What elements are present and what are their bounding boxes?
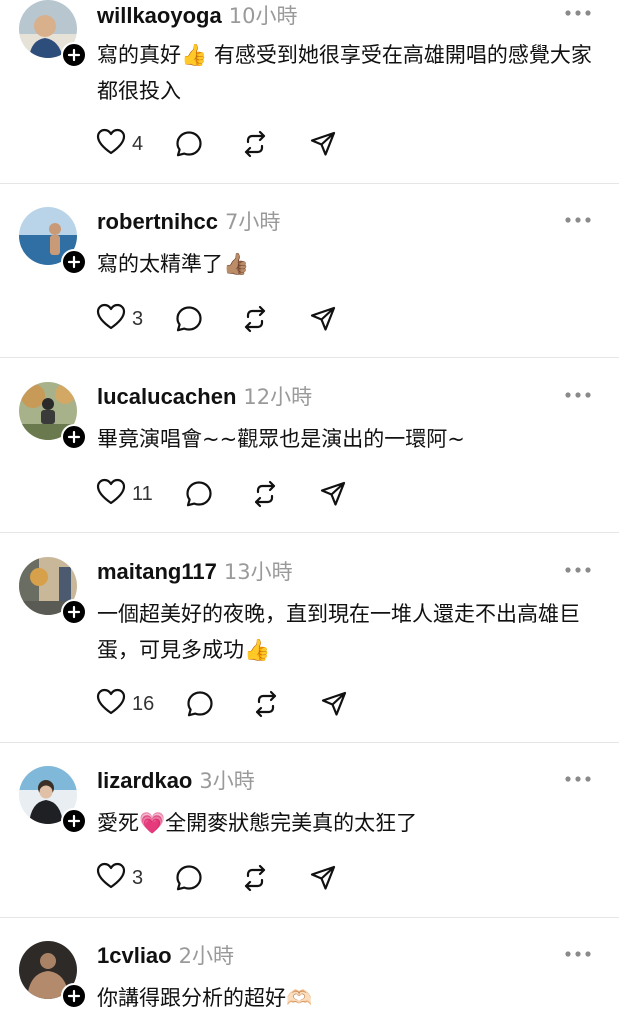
comment-header: lizardkao 3小時 [97,765,255,797]
heart-icon [96,478,126,510]
comment-item: robertnihcc 7小時 寫的太精準了👍🏽 3 [0,184,619,358]
comment-text: 畢竟演唱會~~觀眾也是演出的一環阿~ [97,427,465,451]
repost-icon[interactable] [252,690,280,718]
like-count: 11 [132,482,153,505]
comment-item: willkaoyoga 10小時 寫的真好👍 有感受到她很享受在高雄開唱的感覺大… [0,0,619,184]
like-button[interactable]: 11 [96,478,153,510]
follow-plus-icon[interactable] [61,808,87,834]
reply-bubble-icon[interactable] [186,690,214,718]
repost-icon[interactable] [241,305,269,333]
follow-plus-icon[interactable] [61,599,87,625]
reply-bubble-icon[interactable] [185,480,213,508]
timestamp: 12小時 [243,385,313,409]
action-bar: 3 [96,303,337,335]
share-send-icon[interactable] [320,690,348,718]
repost-icon[interactable] [241,130,269,158]
timestamp: 3小時 [199,769,255,793]
username[interactable]: lucalucachen [97,384,236,410]
comment-item: maitang117 13小時 一個超美好的夜晚，直到現在一堆人還走不出高雄巨蛋… [0,533,619,743]
timestamp: 13小時 [223,560,293,584]
like-button[interactable]: 4 [96,128,143,160]
timestamp: 2小時 [178,944,234,968]
avatar-container[interactable] [19,941,87,1009]
comment-text: 你講得跟分析的超好🫶🏻 [97,986,313,1010]
follow-plus-icon[interactable] [61,424,87,450]
username[interactable]: maitang117 [97,559,217,585]
heart-icon [96,128,126,160]
avatar-container[interactable] [19,766,87,834]
more-dots-icon[interactable] [563,210,593,230]
timestamp: 7小時 [225,210,281,234]
more-dots-icon[interactable] [563,385,593,405]
more-dots-icon[interactable] [563,769,593,789]
avatar-container[interactable] [19,382,87,450]
comment-text: 一個超美好的夜晚，直到現在一堆人還走不出高雄巨蛋，可見多成功👍 [97,602,580,662]
comment-header: lucalucachen 12小時 [97,381,312,413]
repost-icon[interactable] [251,480,279,508]
more-dots-icon[interactable] [563,3,593,23]
like-button[interactable]: 16 [96,688,154,720]
like-count: 3 [132,866,144,889]
comment-item: lizardkao 3小時 愛死💗全開麥狀態完美真的太狂了 3 [0,743,619,918]
heart-icon [96,303,126,335]
comment-text: 寫的真好👍 有感受到她很享受在高雄開唱的感覺大家都很投入 [97,43,592,103]
heart-icon [96,688,126,720]
share-send-icon[interactable] [309,305,337,333]
comment-item: lucalucachen 12小時 畢竟演唱會~~觀眾也是演出的一環阿~ 11 [0,358,619,533]
username[interactable]: robertnihcc [97,209,218,235]
avatar-container[interactable] [19,557,87,625]
comment-header: 1cvliao 2小時 [97,940,234,972]
comment-header: maitang117 13小時 [97,556,293,588]
like-button[interactable]: 3 [96,303,143,335]
comment-feed: willkaoyoga 10小時 寫的真好👍 有感受到她很享受在高雄開唱的感覺大… [0,0,619,1024]
avatar-container[interactable] [19,0,87,68]
comment-item: 1cvliao 2小時 你講得跟分析的超好🫶🏻 [0,918,619,1024]
follow-plus-icon[interactable] [61,249,87,275]
reply-bubble-icon[interactable] [175,130,203,158]
reply-bubble-icon[interactable] [175,864,203,892]
like-count: 3 [132,307,144,330]
more-dots-icon[interactable] [563,560,593,580]
share-send-icon[interactable] [309,130,337,158]
share-send-icon[interactable] [309,864,337,892]
username[interactable]: willkaoyoga [97,3,222,29]
follow-plus-icon[interactable] [61,983,87,1009]
like-button[interactable]: 3 [96,862,143,894]
action-bar: 16 [96,688,348,720]
timestamp: 10小時 [228,4,298,28]
action-bar: 3 [96,862,337,894]
reply-bubble-icon[interactable] [175,305,203,333]
follow-plus-icon[interactable] [61,42,87,68]
heart-icon [96,862,126,894]
action-bar: 11 [96,478,347,510]
username[interactable]: lizardkao [97,768,192,794]
share-send-icon[interactable] [319,480,347,508]
like-count: 4 [132,132,144,155]
like-count: 16 [132,692,155,715]
username[interactable]: 1cvliao [97,943,172,969]
comment-text: 愛死💗全開麥狀態完美真的太狂了 [97,811,418,835]
comment-header: willkaoyoga 10小時 [97,0,297,32]
more-dots-icon[interactable] [563,944,593,964]
repost-icon[interactable] [241,864,269,892]
comment-text: 寫的太精準了👍🏽 [97,252,250,276]
comment-header: robertnihcc 7小時 [97,206,280,238]
action-bar: 4 [96,128,337,160]
avatar-container[interactable] [19,207,87,275]
